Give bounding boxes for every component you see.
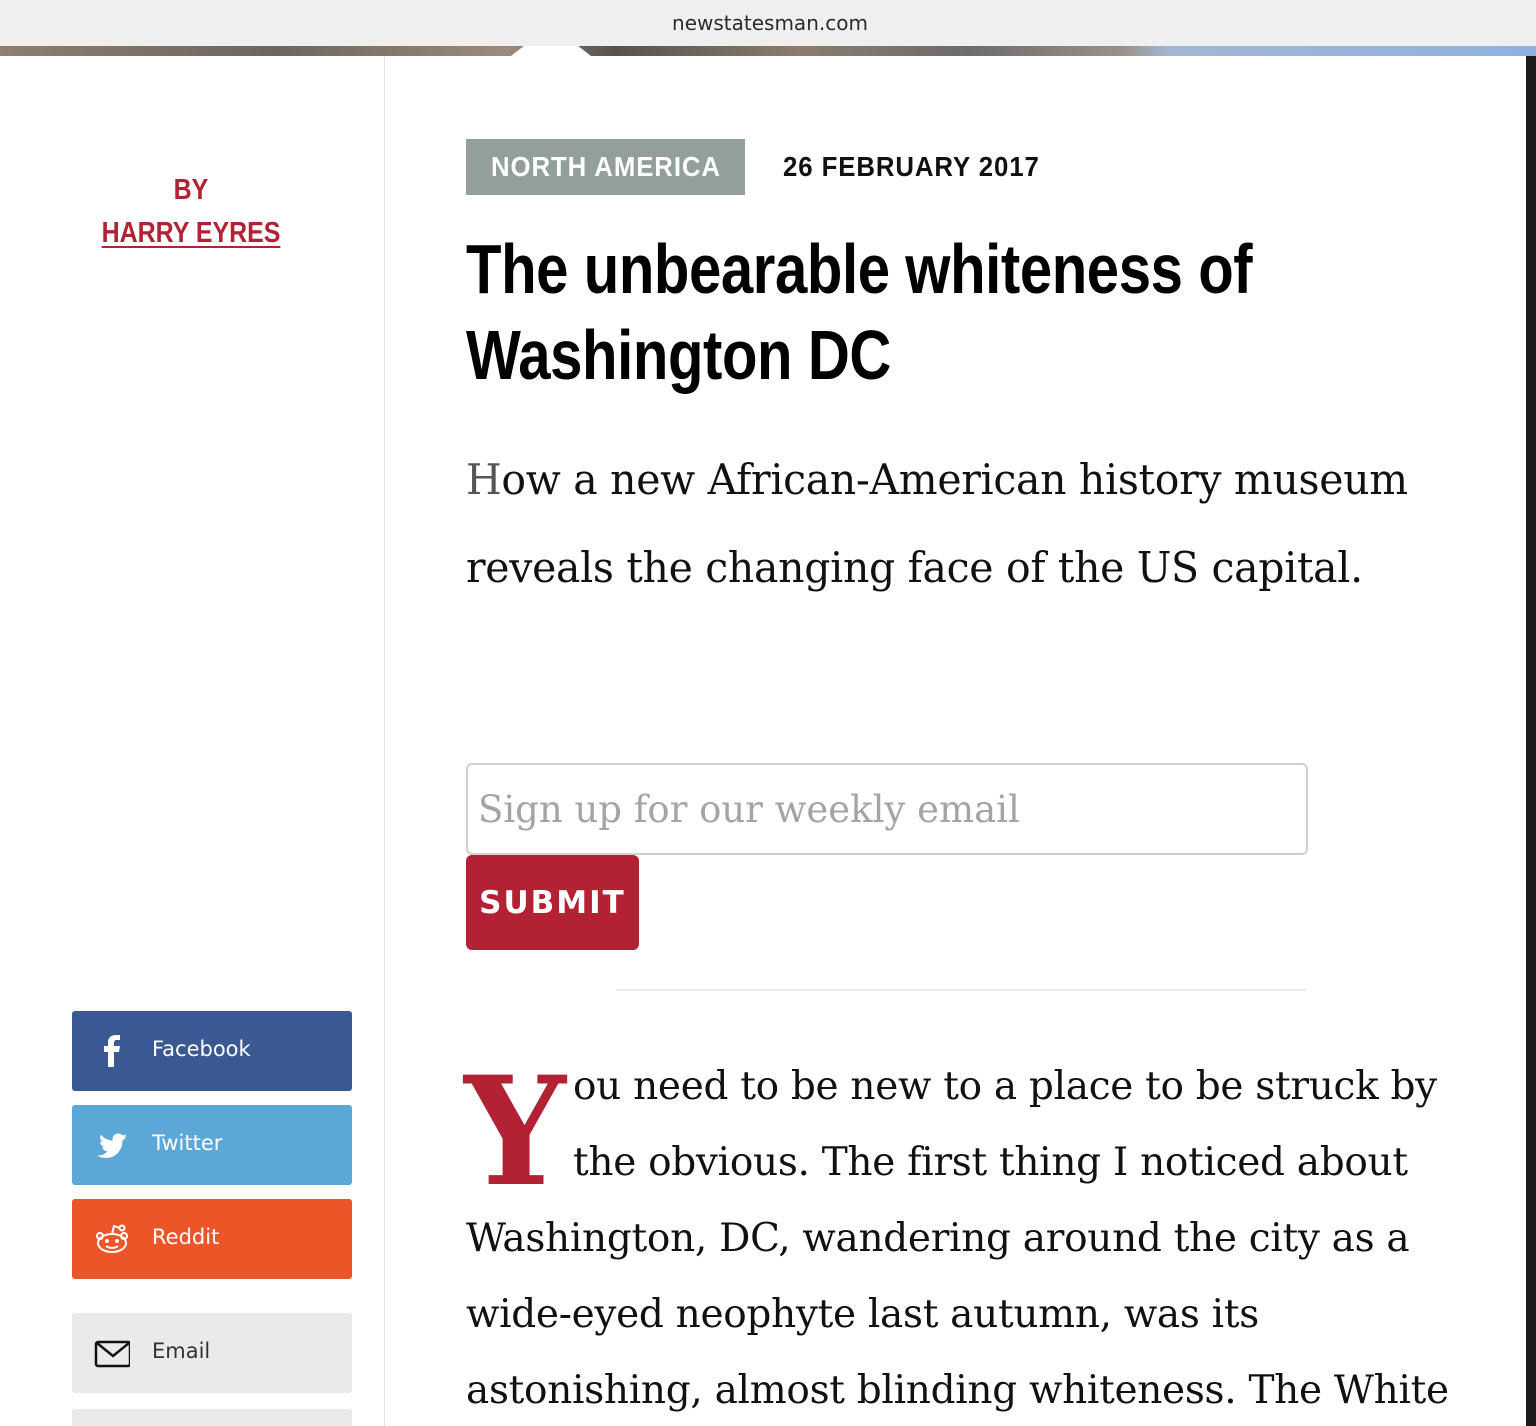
- url-text[interactable]: newstatesman.com: [672, 11, 868, 35]
- body-line: wide-eyed neophyte last autumn, was its: [466, 1292, 1259, 1337]
- share-email-button[interactable]: Email: [72, 1313, 352, 1393]
- publish-date: 26 FEBRUARY 2017: [783, 151, 1062, 183]
- hero-image-notch: [511, 46, 591, 56]
- share-twitter-label: Twitter: [152, 1131, 223, 1155]
- hero-image-strip: [0, 46, 1536, 56]
- body-line: astonishing, almost blinding whiteness. …: [466, 1368, 1449, 1413]
- twitter-icon: [97, 1133, 127, 1159]
- browser-address-bar[interactable]: newstatesman.com: [0, 0, 1536, 46]
- facebook-icon: [104, 1035, 120, 1067]
- publish-date-text: 26 FEBRUARY 2017: [783, 151, 1040, 182]
- standfirst-first-letter: H: [466, 455, 502, 504]
- section-tag[interactable]: NORTH AMERICA: [466, 139, 745, 195]
- share-reddit-button[interactable]: Reddit: [72, 1199, 352, 1279]
- body-line: the obvious. The first thing I noticed a…: [573, 1140, 1408, 1185]
- reddit-icon: [96, 1224, 128, 1253]
- submit-button[interactable]: SUBMIT: [466, 855, 639, 950]
- body-line: Washington, DC, wandering around the cit…: [466, 1216, 1410, 1261]
- article-standfirst: How a new African-American history museu…: [466, 436, 1431, 612]
- share-reddit-label: Reddit: [152, 1225, 220, 1249]
- window-edge: [1526, 56, 1536, 1426]
- standfirst-text: ow a new African-American history museum…: [466, 455, 1408, 592]
- share-facebook-button[interactable]: Facebook: [72, 1011, 352, 1091]
- section-tag-label: NORTH AMERICA: [490, 151, 721, 182]
- section-divider: [616, 989, 1306, 991]
- newsletter-email-input[interactable]: [466, 763, 1308, 855]
- drop-cap: Y: [464, 1044, 566, 1220]
- byline: BY HARRY EYRES: [78, 170, 303, 256]
- sidebar-divider: [384, 56, 385, 1426]
- article-meta: NORTH AMERICA 26 FEBRUARY 2017: [466, 139, 1062, 195]
- body-line: ou need to be new to a place to be struc…: [573, 1064, 1437, 1109]
- byline-prefix: BY: [173, 174, 209, 206]
- share-twitter-button[interactable]: Twitter: [72, 1105, 352, 1185]
- article-headline: The unbearable whiteness of Washington D…: [466, 230, 1253, 394]
- share-facebook-label: Facebook: [152, 1037, 251, 1061]
- envelope-icon: [94, 1340, 130, 1368]
- author-link[interactable]: HARRY EYRES: [78, 210, 303, 256]
- share-more-button[interactable]: [72, 1409, 352, 1426]
- share-email-label: Email: [152, 1339, 211, 1363]
